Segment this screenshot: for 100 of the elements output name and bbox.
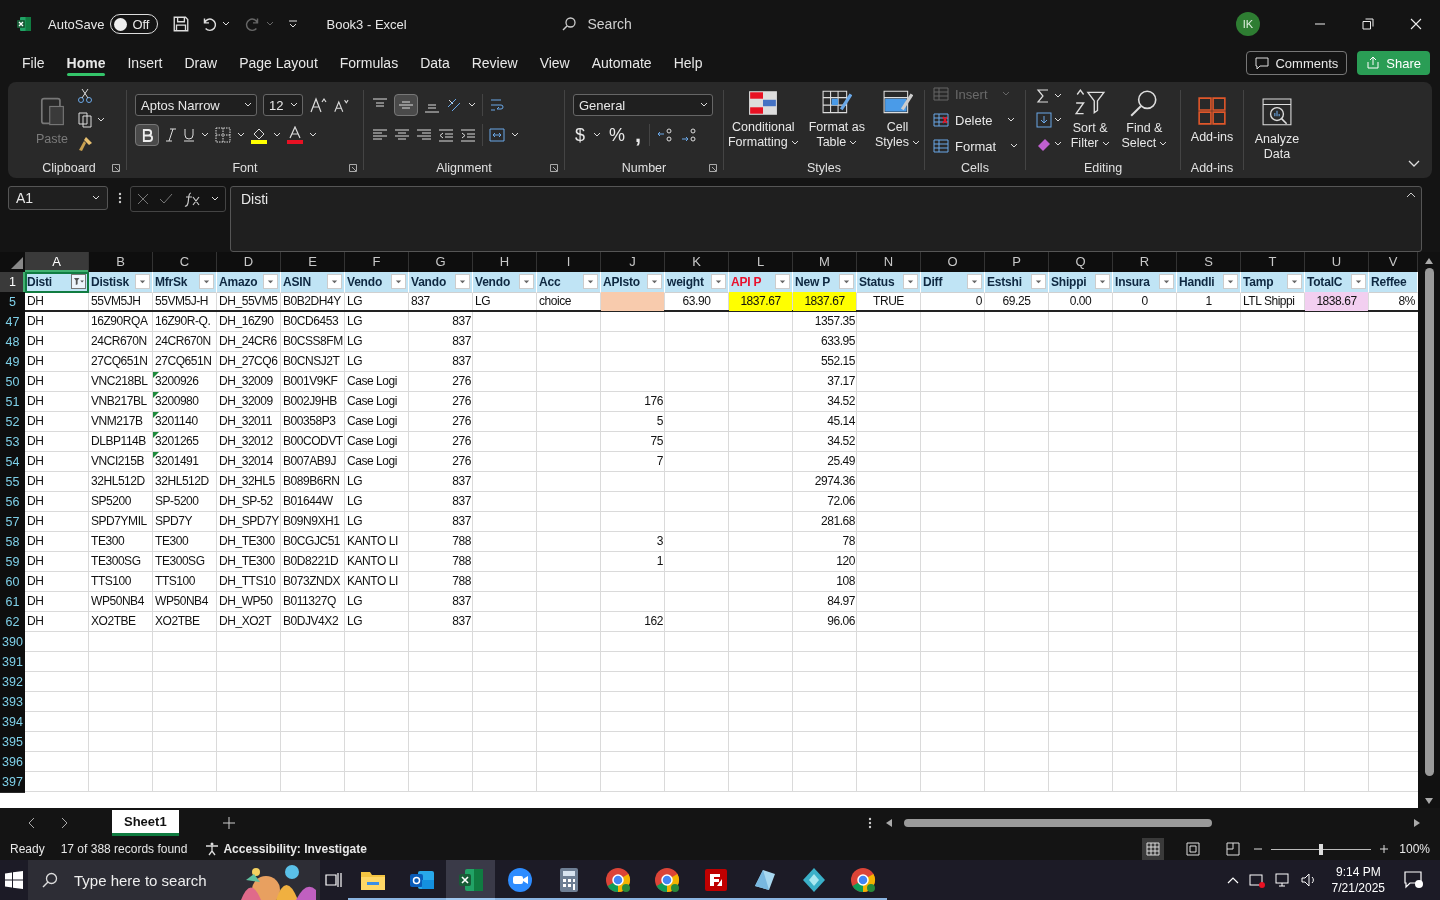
more-icon[interactable] <box>118 191 122 205</box>
notifications-icon[interactable] <box>1404 871 1424 889</box>
menu-tab[interactable]: Help <box>663 50 713 76</box>
select-all-icon[interactable] <box>11 257 23 269</box>
menu-tab[interactable]: Insert <box>117 50 173 76</box>
caret-icon[interactable] <box>97 116 105 124</box>
decrease-decimal-icon[interactable] <box>680 127 699 143</box>
insert-function-icon[interactable] <box>183 191 201 207</box>
font-name-dropdown[interactable]: Aptos Narrow <box>135 94 257 116</box>
row-number[interactable]: 51 <box>0 392 25 413</box>
comments-button[interactable]: Comments <box>1246 51 1348 75</box>
row-number[interactable]: 53 <box>0 432 25 453</box>
scroll-up-icon[interactable] <box>1425 258 1433 264</box>
row-number[interactable]: 57 <box>0 512 25 533</box>
volume-icon[interactable] <box>1300 872 1317 888</box>
zoom-level[interactable]: 100% <box>1399 842 1430 856</box>
middle-align-button[interactable] <box>394 94 418 116</box>
row-number[interactable]: 390 <box>0 632 25 653</box>
align-left-icon[interactable] <box>372 127 388 143</box>
windows-start-icon[interactable] <box>5 871 23 889</box>
add-sheet-icon[interactable] <box>222 817 235 829</box>
row-number[interactable]: 60 <box>0 572 25 593</box>
orientation-icon[interactable] <box>446 97 462 113</box>
accessibility-status[interactable]: Accessibility: Investigate <box>223 842 367 856</box>
row-number[interactable]: 55 <box>0 472 25 493</box>
scroll-down-icon[interactable] <box>1425 798 1433 804</box>
font-color-icon[interactable] <box>287 126 303 144</box>
dialog-launcher-icon[interactable] <box>550 164 558 172</box>
caret-icon[interactable] <box>593 131 601 139</box>
cells-button[interactable]: Format <box>933 135 1019 157</box>
styles-button[interactable]: Format as Table <box>805 88 868 152</box>
more-icon[interactable] <box>868 816 872 830</box>
row-number[interactable]: 397 <box>0 772 25 793</box>
menu-tab[interactable]: Home <box>56 50 116 76</box>
accessibility-icon[interactable] <box>205 842 220 856</box>
decrease-indent-icon[interactable] <box>438 127 454 143</box>
enter-icon[interactable] <box>159 193 173 205</box>
customize-toolbar-icon[interactable] <box>288 19 299 29</box>
caret-icon[interactable] <box>468 101 476 109</box>
bold-button[interactable] <box>135 124 159 146</box>
styles-button[interactable]: Cell Styles <box>872 88 924 152</box>
menu-tab[interactable]: Data <box>410 50 460 76</box>
percent-style-button[interactable]: % <box>607 125 628 145</box>
formula-field[interactable]: Disti <box>230 186 1422 252</box>
fill-icon[interactable] <box>1035 112 1062 128</box>
clock-date[interactable]: 7/21/2025 <box>1331 880 1385 896</box>
row-number[interactable]: 394 <box>0 712 25 733</box>
analyze-data-button[interactable]: Analyze Data <box>1251 96 1303 164</box>
column-header[interactable]: A <box>25 252 89 272</box>
row-number[interactable]: 59 <box>0 552 25 573</box>
row-number[interactable]: 58 <box>0 532 25 553</box>
borders-icon[interactable] <box>215 127 231 143</box>
add-ins-button[interactable]: Add-ins <box>1187 93 1237 147</box>
dialog-launcher-icon[interactable] <box>112 164 120 172</box>
cut-icon[interactable] <box>77 88 93 104</box>
zoom-in-icon[interactable] <box>1379 844 1390 854</box>
wrap-text-icon[interactable] <box>489 97 505 113</box>
search-field[interactable]: Search <box>547 9 914 39</box>
increase-font-size-icon[interactable] <box>309 97 327 113</box>
menu-tab[interactable]: Formulas <box>329 50 409 76</box>
row-number[interactable]: 48 <box>0 332 25 353</box>
row-number[interactable]: 1 <box>0 272 25 293</box>
font-size-dropdown[interactable]: 12 <box>263 94 303 116</box>
menu-tab[interactable]: View <box>529 50 580 76</box>
currency-format-button[interactable]: $ <box>573 125 587 145</box>
increase-indent-icon[interactable] <box>460 127 476 143</box>
cells-button[interactable]: Delete <box>933 109 1015 131</box>
format-painter-icon[interactable] <box>77 136 93 152</box>
row-number[interactable]: 393 <box>0 692 25 713</box>
scroll-left-icon[interactable] <box>886 819 892 827</box>
task-view-icon[interactable] <box>325 872 343 888</box>
menu-tab[interactable]: Page Layout <box>229 50 328 76</box>
page-layout-view-icon[interactable] <box>1186 842 1201 856</box>
row-number[interactable]: 54 <box>0 452 25 473</box>
menu-tab[interactable]: Automate <box>581 50 662 76</box>
increase-decimal-icon[interactable] <box>656 127 675 143</box>
copy-icon[interactable] <box>77 112 93 128</box>
scroll-right-icon[interactable] <box>1414 819 1420 827</box>
editing-button[interactable]: Find & Select <box>1118 87 1171 153</box>
underline-icon[interactable] <box>183 128 195 142</box>
caret-icon[interactable] <box>211 195 219 203</box>
cancel-icon[interactable] <box>137 193 149 205</box>
italic-icon[interactable] <box>165 128 177 142</box>
security-icon[interactable] <box>1248 872 1265 888</box>
caret-icon[interactable] <box>222 20 231 28</box>
taskbar-button[interactable] <box>446 860 495 900</box>
menu-tab[interactable]: Draw <box>174 50 228 76</box>
previous-sheet-icon[interactable] <box>28 817 36 829</box>
row-number[interactable]: 47 <box>0 312 25 333</box>
align-center-icon[interactable] <box>394 127 410 143</box>
row-number[interactable]: 52 <box>0 412 25 433</box>
row-number[interactable]: 396 <box>0 752 25 773</box>
next-sheet-icon[interactable] <box>60 817 68 829</box>
row-number[interactable]: 61 <box>0 592 25 613</box>
row-number[interactable]: 391 <box>0 652 25 673</box>
show-hidden-icons-icon[interactable] <box>1226 876 1239 884</box>
menu-tab[interactable]: File <box>12 50 55 76</box>
merge-center-icon[interactable] <box>489 127 505 143</box>
editing-button[interactable]: Sort & Filter <box>1067 87 1113 153</box>
sheet-tab[interactable]: Sheet1 <box>112 810 179 836</box>
